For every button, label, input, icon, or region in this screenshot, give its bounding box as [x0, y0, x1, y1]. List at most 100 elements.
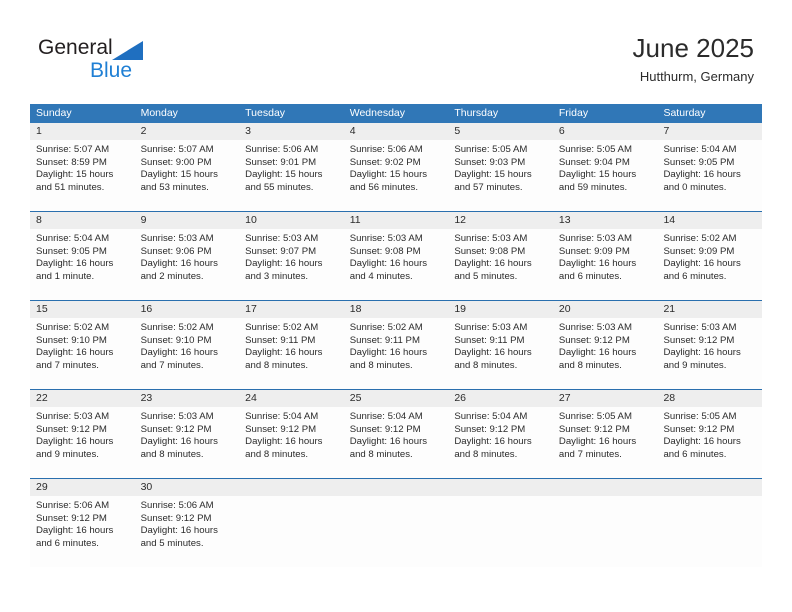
- day-body-row: Sunrise: 5:07 AM Sunset: 8:59 PM Daylight:…: [30, 140, 762, 211]
- day-number-band: 15 16 17 18 19 20 21: [30, 301, 762, 318]
- sunrise-text: Sunrise: 5:06 AM: [140, 500, 214, 511]
- day-cell[interactable]: Sunrise: 5:03 AM Sunset: 9:08 PM Daylight:…: [344, 229, 449, 300]
- day-number[interactable]: 11: [344, 212, 449, 229]
- daylight-text-line2: and 1 minute.: [36, 270, 95, 282]
- day-number[interactable]: 23: [135, 390, 240, 407]
- day-cell[interactable]: Sunrise: 5:06 AM Sunset: 9:01 PM Daylight:…: [239, 140, 344, 211]
- day-number[interactable]: 15: [30, 301, 135, 318]
- day-number[interactable]: 26: [448, 390, 553, 407]
- daylight-text-line2: and 0 minutes.: [663, 181, 727, 193]
- day-cell[interactable]: Sunrise: 5:03 AM Sunset: 9:07 PM Daylight:…: [239, 229, 344, 300]
- day-number[interactable]: 27: [553, 390, 658, 407]
- sunrise-text: Sunrise: 5:04 AM: [663, 144, 737, 155]
- day-cell[interactable]: Sunrise: 5:03 AM Sunset: 9:08 PM Daylight:…: [448, 229, 553, 300]
- day-number[interactable]: 14: [657, 212, 762, 229]
- sunset-text: Sunset: 9:12 PM: [663, 423, 735, 435]
- day-cell[interactable]: Sunrise: 5:03 AM Sunset: 9:12 PM Daylight:…: [657, 318, 762, 389]
- daylight-text-line1: Daylight: 16 hours: [36, 347, 114, 359]
- day-number-band: 1234567: [30, 123, 762, 140]
- day-number[interactable]: 2: [135, 123, 240, 140]
- day-cell[interactable]: Sunrise: 5:04 AM Sunset: 9:05 PM Daylight:…: [657, 140, 762, 211]
- day-cell[interactable]: Sunrise: 5:05 AM Sunset: 9:04 PM Daylight:…: [553, 140, 658, 211]
- day-number[interactable]: 5: [448, 123, 553, 140]
- daylight-text-line1: Daylight: 15 hours: [140, 169, 218, 181]
- day-cell[interactable]: Sunrise: 5:03 AM Sunset: 9:12 PM Daylight:…: [135, 407, 240, 478]
- day-cell[interactable]: Sunrise: 5:04 AM Sunset: 9:12 PM Daylight:…: [344, 407, 449, 478]
- sunset-text: Sunset: 9:02 PM: [349, 156, 421, 168]
- daylight-text-line1: Daylight: 16 hours: [349, 347, 428, 359]
- day-number[interactable]: 29: [30, 479, 135, 496]
- day-number[interactable]: 6: [553, 123, 658, 140]
- day-number[interactable]: 30: [135, 479, 240, 496]
- day-number[interactable]: 28: [657, 390, 762, 407]
- day-cell[interactable]: Sunrise: 5:02 AM Sunset: 9:11 PM Daylight:…: [344, 318, 449, 389]
- day-cell[interactable]: Sunrise: 5:07 AM Sunset: 9:00 PM Daylight:…: [135, 140, 240, 211]
- sunrise-text: Sunrise: 5:03 AM: [36, 411, 110, 422]
- day-number[interactable]: 22: [30, 390, 135, 407]
- sunrise-text: Sunrise: 5:02 AM: [663, 233, 737, 244]
- day-cell[interactable]: Sunrise: 5:03 AM Sunset: 9:12 PM Daylight:…: [553, 318, 658, 389]
- page-title: June 2025: [632, 33, 754, 63]
- day-number[interactable]: 3: [239, 123, 344, 140]
- day-cell[interactable]: Sunrise: 5:02 AM Sunset: 9:10 PM Daylight:…: [135, 318, 240, 389]
- daylight-text-line1: Daylight: 16 hours: [663, 258, 741, 270]
- day-number[interactable]: 1: [30, 123, 135, 140]
- daylight-text-line2: and 59 minutes.: [558, 181, 628, 193]
- day-cell[interactable]: Sunrise: 5:05 AM Sunset: 9:12 PM Daylight:…: [553, 407, 658, 478]
- logo-word-blue: Blue: [90, 59, 133, 82]
- day-cell[interactable]: Sunrise: 5:06 AM Sunset: 9:12 PM Daylight:…: [135, 496, 240, 567]
- sunset-text: Sunset: 9:08 PM: [349, 245, 421, 257]
- day-number[interactable]: 25: [344, 390, 449, 407]
- day-number[interactable]: 19: [448, 301, 553, 318]
- day-number[interactable]: 9: [135, 212, 240, 229]
- sunrise-text: Sunrise: 5:03 AM: [140, 233, 214, 244]
- general-blue-logo[interactable]: General Blue: [38, 36, 218, 88]
- daylight-text-line2: and 3 minutes.: [245, 270, 309, 282]
- day-number[interactable]: 4: [344, 123, 449, 140]
- day-number[interactable]: 24: [239, 390, 344, 407]
- daylight-text-line2: and 55 minutes.: [245, 181, 314, 193]
- calendar-week-row: 1 2 3 4 5 6 7 Sunrise: 5:07 AM Sunset: 8:59 PM Da…: [30, 123, 762, 211]
- day-cell[interactable]: Sunrise: 5:02 AM Sunset: 9:09 PM Daylight:…: [657, 229, 762, 300]
- day-number[interactable]: 8: [30, 212, 135, 229]
- day-number[interactable]: 21: [657, 301, 762, 318]
- sunset-text: Sunset: 9:12 PM: [349, 423, 421, 435]
- day-cell[interactable]: Sunrise: 5:05 AM Sunset: 9:03 PM Daylight:…: [448, 140, 553, 211]
- day-cell[interactable]: Sunrise: 5:06 AM Sunset: 9:02 PM Daylight:…: [344, 140, 449, 211]
- day-number[interactable]: 16: [135, 301, 240, 318]
- day-cell[interactable]: Sunrise: 5:03 AM Sunset: 9:06 PM Daylight:…: [135, 229, 240, 300]
- day-cell[interactable]: Sunrise: 5:04 AM Sunset: 9:12 PM Daylight:…: [448, 407, 553, 478]
- day-body-row: Sunrise: 5:02 AM Sunset: 9:10 PM Daylight:…: [30, 318, 762, 389]
- day-number[interactable]: 10: [239, 212, 344, 229]
- daylight-text-line2: and 6 minutes.: [558, 270, 622, 282]
- sunset-text: Sunset: 9:10 PM: [36, 334, 107, 346]
- day-number[interactable]: 13: [553, 212, 658, 229]
- daylight-text-line1: Daylight: 16 hours: [36, 525, 114, 537]
- day-number[interactable]: 18: [344, 301, 449, 318]
- day-cell[interactable]: Sunrise: 5:06 AM Sunset: 9:12 PM Daylight:…: [30, 496, 135, 567]
- sunset-text: Sunset: 9:12 PM: [36, 512, 107, 524]
- page-header: General Blue June 2025 Hutthurm, Germany: [0, 0, 792, 104]
- daylight-text-line2: and 8 minutes.: [245, 359, 309, 371]
- weekday-header-tuesday: Tuesday: [245, 107, 286, 119]
- day-cell[interactable]: Sunrise: 5:04 AM Sunset: 9:05 PM Daylight:…: [30, 229, 135, 300]
- day-number[interactable]: 20: [553, 301, 658, 318]
- sunrise-text: Sunrise: 5:06 AM: [36, 500, 110, 511]
- daylight-text-line2: and 9 minutes.: [663, 359, 727, 371]
- day-body-row: Sunrise: 5:03 AM Sunset: 9:12 PM Daylight:…: [30, 407, 762, 478]
- day-cell[interactable]: Sunrise: 5:07 AM Sunset: 8:59 PM Daylight:…: [30, 140, 135, 211]
- sunset-text: Sunset: 9:12 PM: [663, 334, 735, 346]
- day-number[interactable]: 12: [448, 212, 553, 229]
- daylight-text-line1: Daylight: 16 hours: [349, 436, 428, 448]
- day-cell[interactable]: Sunrise: 5:03 AM Sunset: 9:09 PM Daylight:…: [553, 229, 658, 300]
- sunrise-text: Sunrise: 5:03 AM: [663, 322, 737, 333]
- day-cell[interactable]: Sunrise: 5:03 AM Sunset: 9:11 PM Daylight:…: [448, 318, 553, 389]
- day-number[interactable]: 7: [657, 123, 762, 140]
- day-cell[interactable]: Sunrise: 5:02 AM Sunset: 9:11 PM Daylight:…: [239, 318, 344, 389]
- day-cell[interactable]: Sunrise: 5:02 AM Sunset: 9:10 PM Daylight:…: [30, 318, 135, 389]
- day-cell[interactable]: Sunrise: 5:04 AM Sunset: 9:12 PM Daylight:…: [239, 407, 344, 478]
- day-cell[interactable]: Sunrise: 5:05 AM Sunset: 9:12 PM Daylight:…: [657, 407, 762, 478]
- day-number-band: 22 23 24 25 26 27 28: [30, 390, 762, 407]
- day-cell[interactable]: Sunrise: 5:03 AM Sunset: 9:12 PM Daylight:…: [30, 407, 135, 478]
- day-number[interactable]: 17: [239, 301, 344, 318]
